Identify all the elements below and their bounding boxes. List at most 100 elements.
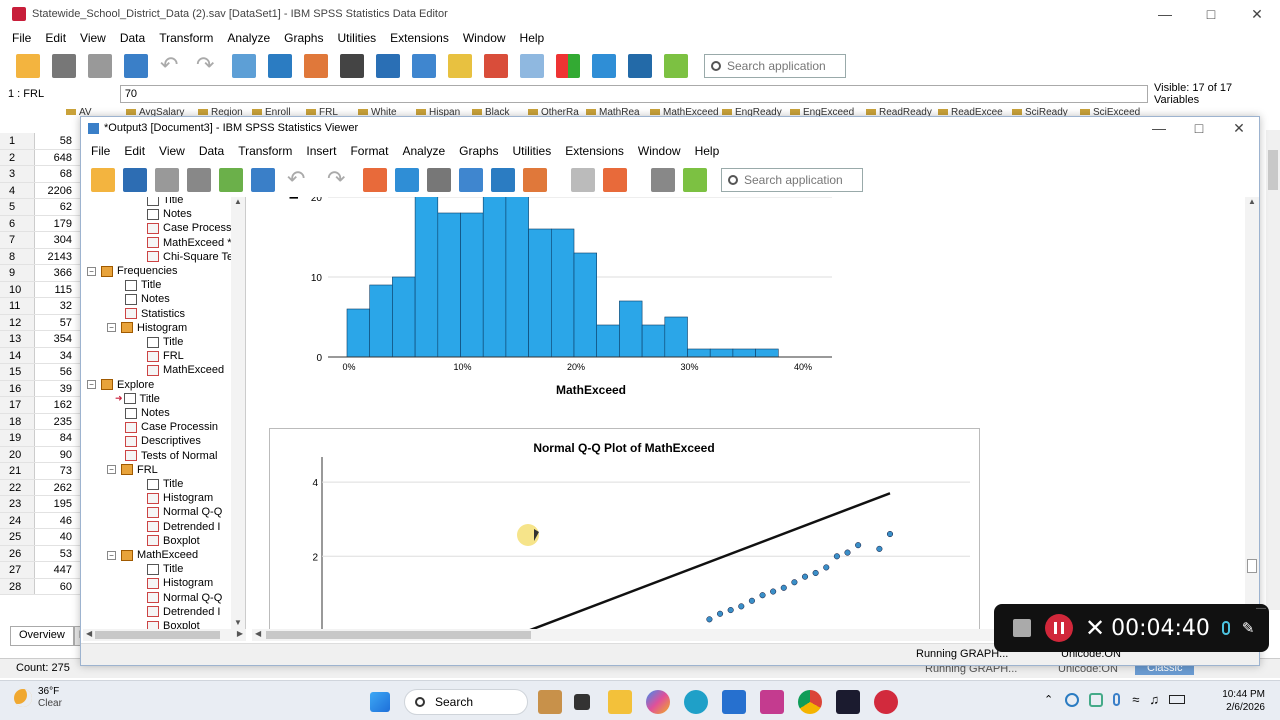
star-icon[interactable]	[363, 168, 387, 192]
table-row[interactable]: 24 46	[0, 512, 80, 529]
redo-icon[interactable]: ↷	[196, 54, 220, 78]
volume-icon[interactable]: ♫	[1149, 692, 1159, 707]
outline-item[interactable]: Detrended I	[147, 520, 220, 534]
cell-value[interactable]: 34	[35, 348, 75, 364]
network-status-icon[interactable]	[1065, 692, 1080, 707]
cell-value-field[interactable]: 70	[119, 85, 1149, 103]
weight-cases-icon[interactable]	[520, 54, 544, 78]
viewer-menu-format[interactable]: Format	[343, 142, 395, 160]
overview-tab[interactable]: Overview	[10, 626, 74, 646]
find-icon[interactable]	[376, 54, 400, 78]
maximize-button[interactable]: □	[1188, 0, 1234, 28]
histogram-chart[interactable]: 0 10 20 0% 10% 20% 30% 40% MathExceed Frequency	[272, 197, 872, 407]
goto-variable-icon[interactable]	[268, 54, 292, 78]
close-button[interactable]: ✕	[1234, 0, 1280, 28]
table-row[interactable]: 12 57	[0, 314, 80, 331]
viewer-menu-insert[interactable]: Insert	[299, 142, 343, 160]
cell-value[interactable]: 73	[35, 463, 75, 479]
viewer-menu-extensions[interactable]: Extensions	[558, 142, 631, 160]
qq-plot-chart[interactable]: Normal Q-Q Plot of MathExceed24Expected …	[270, 429, 981, 629]
cell-value[interactable]: 115	[35, 282, 75, 298]
outline-item[interactable]: MathExceed	[147, 363, 224, 377]
run-descriptives-icon[interactable]	[340, 54, 364, 78]
cell-value[interactable]: 58	[35, 133, 75, 149]
viewer-menu-view[interactable]: View	[152, 142, 192, 160]
undo-icon[interactable]: ↶	[287, 168, 311, 192]
menu-extensions[interactable]: Extensions	[383, 29, 456, 47]
viewer-close-button[interactable]: ✕	[1219, 114, 1259, 142]
outline-item[interactable]: Title	[147, 477, 183, 491]
cell-value[interactable]: 32	[35, 298, 75, 314]
collapse-icon[interactable]: −	[107, 550, 116, 560]
taskbar-search[interactable]: Search	[404, 689, 528, 715]
select-cases-icon[interactable]	[556, 54, 580, 78]
pause-recording-button[interactable]	[1045, 614, 1073, 642]
extension-hub-icon[interactable]	[683, 168, 707, 192]
collapse-icon[interactable]: −	[107, 323, 116, 333]
table-row[interactable]: 9 366	[0, 265, 80, 282]
recorder-minimize-icon[interactable]: —	[1256, 603, 1266, 614]
outline-item[interactable]: − Explore	[87, 378, 154, 392]
viewer-menu-data[interactable]: Data	[192, 142, 231, 160]
goto-variable-icon[interactable]	[459, 168, 483, 192]
outline-item[interactable]: Descriptives	[125, 434, 201, 448]
cell-value[interactable]: 53	[35, 546, 75, 562]
menu-file[interactable]: File	[5, 29, 38, 47]
redo-icon[interactable]: ↷	[327, 168, 351, 192]
split-file-icon[interactable]	[484, 54, 508, 78]
outline-item[interactable]: Notes	[125, 406, 170, 420]
cell-value[interactable]: 46	[35, 513, 75, 529]
variables-icon[interactable]	[304, 54, 328, 78]
outline-item[interactable]: FRL	[147, 349, 184, 363]
edge-icon[interactable]	[684, 690, 708, 714]
outline-item[interactable]: Notes	[147, 207, 192, 221]
viewer-maximize-button[interactable]: □	[1179, 114, 1219, 142]
table-row[interactable]: 18 235	[0, 413, 80, 430]
insert-variable-icon[interactable]	[448, 54, 472, 78]
stop-recording-icon[interactable]	[1013, 619, 1031, 637]
chrome-icon[interactable]	[798, 690, 822, 714]
table-row[interactable]: 23 195	[0, 496, 80, 513]
open-folder-icon[interactable]	[16, 54, 40, 78]
viewer-menu-window[interactable]: Window	[631, 142, 688, 160]
collapse-icon[interactable]: −	[87, 266, 96, 276]
cell-value[interactable]: 195	[35, 496, 75, 512]
menu-graphs[interactable]: Graphs	[277, 29, 330, 47]
outline-item[interactable]: Histogram	[147, 576, 213, 590]
outline-item[interactable]: Title	[147, 335, 183, 349]
cancel-recording-icon[interactable]: ✕	[1085, 614, 1105, 643]
print-preview-icon[interactable]	[187, 168, 211, 192]
menu-window[interactable]: Window	[456, 29, 513, 47]
cell-value[interactable]: 40	[35, 529, 75, 545]
cell-value[interactable]: 366	[35, 265, 75, 281]
cell-value[interactable]: 235	[35, 414, 75, 430]
dialog-recall-icon[interactable]	[124, 54, 148, 78]
outline-item[interactable]: Title	[125, 278, 161, 292]
save-icon[interactable]	[123, 168, 147, 192]
table-row[interactable]: 2 648	[0, 149, 80, 166]
save-icon[interactable]	[52, 54, 76, 78]
cell-value[interactable]: 68	[35, 166, 75, 182]
file-explorer-icon[interactable]	[608, 690, 632, 714]
outline-item[interactable]: Boxplot	[147, 534, 200, 548]
table-row[interactable]: 16 39	[0, 380, 80, 397]
outline-item[interactable]: − Frequencies	[87, 264, 178, 278]
variables-icon[interactable]	[491, 168, 515, 192]
terminal-icon[interactable]	[836, 690, 860, 714]
outline-horizontal-scrollbar[interactable]: ◀ ▶	[83, 629, 246, 641]
use-sets-icon[interactable]	[523, 168, 547, 192]
viewer-menu-graphs[interactable]: Graphs	[452, 142, 505, 160]
clock[interactable]: 10:44 PM 2/6/2026	[1220, 688, 1265, 714]
cell-value[interactable]: 84	[35, 430, 75, 446]
outline-item[interactable]: ➜ Title	[115, 392, 160, 406]
cell-value[interactable]: 304	[35, 232, 75, 248]
menu-analyze[interactable]: Analyze	[220, 29, 277, 47]
cell-value[interactable]: 354	[35, 331, 75, 347]
table-row[interactable]: 4 2206	[0, 182, 80, 199]
cell-value[interactable]: 2143	[35, 249, 75, 265]
editor-vertical-scrollbar[interactable]	[1266, 130, 1280, 610]
table-row[interactable]: 25 40	[0, 529, 80, 546]
qq-plot-frame[interactable]: Normal Q-Q Plot of MathExceed24Expected …	[269, 428, 980, 629]
microphone-icon[interactable]	[1221, 621, 1230, 635]
editor-search-input[interactable]: Search application	[704, 54, 846, 78]
